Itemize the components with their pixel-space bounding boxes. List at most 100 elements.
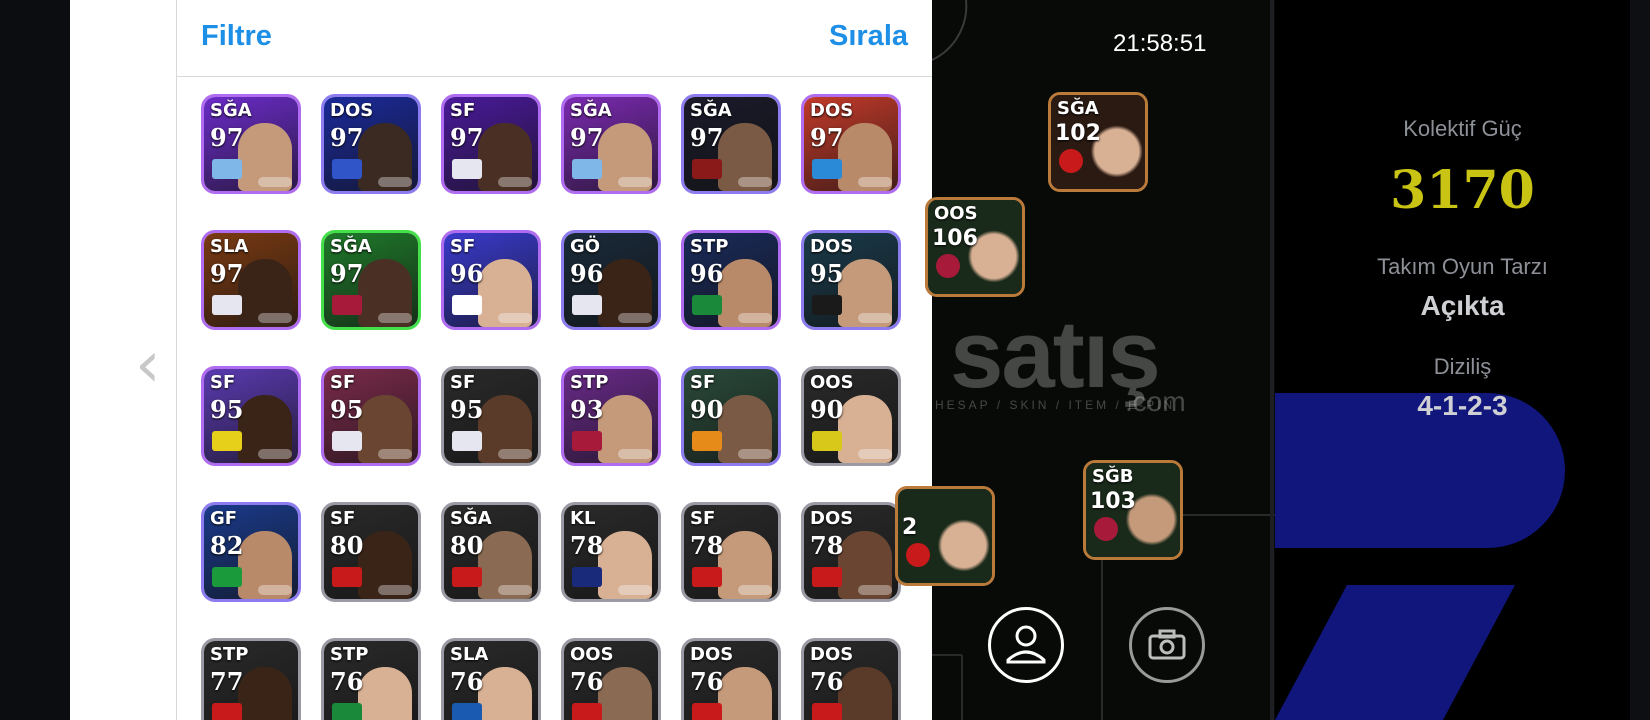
player-position: STP xyxy=(690,236,729,257)
player-rating: 97 xyxy=(690,123,724,152)
player-portrait xyxy=(718,667,772,720)
player-card[interactable]: GF 82 xyxy=(201,502,301,602)
skill-indicator-icon xyxy=(258,313,292,323)
player-rating: 90 xyxy=(810,395,844,424)
player-position: SĞA xyxy=(570,100,612,121)
player-rating: 76 xyxy=(810,667,844,696)
player-card[interactable]: SĞA 97 xyxy=(681,94,781,194)
pitch-player-card[interactable]: SĞA 102 xyxy=(1048,92,1148,192)
profile-button[interactable] xyxy=(988,607,1064,683)
player-card[interactable]: STP 77 xyxy=(201,638,301,720)
player-card[interactable]: DOS 76 xyxy=(801,638,901,720)
person-icon xyxy=(1006,625,1046,664)
player-card[interactable]: DOS 97 xyxy=(801,94,901,194)
player-position: SĞA xyxy=(330,236,372,257)
club-badge-icon xyxy=(332,703,362,720)
skill-indicator-icon xyxy=(258,449,292,459)
player-rating: 97 xyxy=(210,259,244,288)
player-card[interactable]: SĞA 97 xyxy=(201,94,301,194)
pitch-player-card[interactable]: 2 xyxy=(895,486,995,586)
club-badge-icon xyxy=(692,703,722,720)
skill-indicator-icon xyxy=(618,313,652,323)
skill-indicator-icon xyxy=(498,177,532,187)
player-card[interactable]: SF 97 xyxy=(441,94,541,194)
player-card[interactable]: DOS 95 xyxy=(801,230,901,330)
player-card[interactable]: OOS 90 xyxy=(801,366,901,466)
player-rating: 76 xyxy=(570,667,604,696)
club-badge-icon xyxy=(572,431,602,451)
formation-label: Diziliş xyxy=(1433,354,1492,379)
player-rating: 97 xyxy=(330,123,364,152)
player-card[interactable]: SF 95 xyxy=(441,366,541,466)
player-card[interactable]: SF 78 xyxy=(681,502,781,602)
player-card[interactable]: SLA 97 xyxy=(201,230,301,330)
player-rating: 76 xyxy=(330,667,364,696)
player-rating: 97 xyxy=(810,123,844,152)
player-card[interactable]: DOS 97 xyxy=(321,94,421,194)
camera-button[interactable] xyxy=(1129,607,1205,683)
skill-indicator-icon xyxy=(258,177,292,187)
pitch-player-card[interactable]: OOS 106 xyxy=(925,197,1025,297)
player-position: SF xyxy=(450,372,476,393)
player-rating: 76 xyxy=(690,667,724,696)
player-card[interactable]: OOS 76 xyxy=(561,638,661,720)
player-portrait xyxy=(238,667,292,720)
club-badge-icon xyxy=(572,159,602,179)
player-card[interactable]: SF 95 xyxy=(321,366,421,466)
player-rating: 90 xyxy=(690,395,724,424)
player-portrait xyxy=(478,667,532,720)
player-card[interactable]: SF 96 xyxy=(441,230,541,330)
camera-icon xyxy=(1148,629,1186,660)
player-card[interactable]: STP 96 xyxy=(681,230,781,330)
club-badge-icon xyxy=(936,254,960,278)
player-card[interactable]: SF 90 xyxy=(681,366,781,466)
player-rating: 80 xyxy=(450,531,484,560)
skill-indicator-icon xyxy=(378,313,412,323)
player-card[interactable]: SĞA 97 xyxy=(561,94,661,194)
player-card[interactable]: SLA 76 xyxy=(441,638,541,720)
club-badge-icon xyxy=(452,431,482,451)
skill-indicator-icon xyxy=(618,585,652,595)
player-position: SLA xyxy=(210,236,249,257)
player-position: SLA xyxy=(450,644,489,665)
player-card[interactable]: DOS 78 xyxy=(801,502,901,602)
player-card[interactable]: DOS 76 xyxy=(681,638,781,720)
player-position: SĞA xyxy=(450,508,492,529)
player-card[interactable]: SF 80 xyxy=(321,502,421,602)
chevron-left-icon[interactable]: ‹ xyxy=(135,330,165,400)
player-rating: 77 xyxy=(210,667,244,696)
player-card[interactable]: SĞA 97 xyxy=(321,230,421,330)
player-card[interactable]: SF 95 xyxy=(201,366,301,466)
player-card[interactable]: SĞA 80 xyxy=(441,502,541,602)
pitch-player-card[interactable]: SĞB 103 xyxy=(1083,460,1183,560)
skill-indicator-icon xyxy=(618,449,652,459)
player-rating: 97 xyxy=(210,123,244,152)
player-rating: 95 xyxy=(330,395,364,424)
player-rating: 78 xyxy=(690,531,724,560)
sort-button[interactable]: Sırala xyxy=(829,20,908,53)
player-card[interactable]: STP 76 xyxy=(321,638,421,720)
player-card[interactable]: GÖ 96 xyxy=(561,230,661,330)
play-style-label: Takım Oyun Tarzı xyxy=(1377,254,1548,279)
club-badge-icon xyxy=(1059,149,1083,173)
club-badge-icon xyxy=(332,295,362,315)
club-badge-icon xyxy=(812,295,842,315)
club-badge-icon xyxy=(572,703,602,720)
player-card[interactable]: STP 93 xyxy=(561,366,661,466)
player-card[interactable]: KL 78 xyxy=(561,502,661,602)
pitch-player-position: SĞA xyxy=(1057,98,1099,119)
club-badge-icon xyxy=(812,703,842,720)
watermark-domain: .com xyxy=(1125,386,1186,417)
club-badge-icon xyxy=(692,295,722,315)
player-position: DOS xyxy=(810,100,854,121)
pitch-player-rating: 103 xyxy=(1090,489,1136,514)
player-position: SF xyxy=(210,372,236,393)
player-position: SF xyxy=(450,100,476,121)
skill-indicator-icon xyxy=(858,585,892,595)
player-position: STP xyxy=(570,372,609,393)
player-position: DOS xyxy=(690,644,734,665)
player-rating: 95 xyxy=(450,395,484,424)
filter-button[interactable]: Filtre xyxy=(201,20,272,53)
club-badge-icon xyxy=(692,567,722,587)
skill-indicator-icon xyxy=(378,177,412,187)
